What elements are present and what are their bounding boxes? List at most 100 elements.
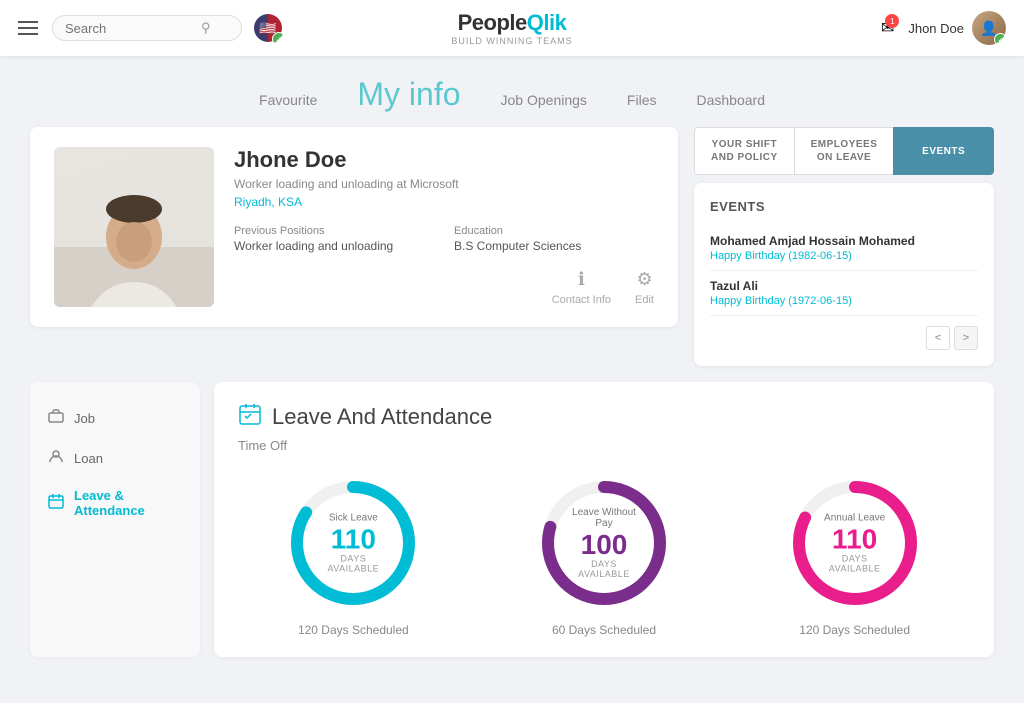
events-nav: < > [710, 326, 978, 350]
logo-area: PeopleQlik Build Winning Teams [451, 10, 572, 46]
lwp-sub: DAYS AVAILABLE [569, 559, 639, 579]
contact-info-label: Contact Info [552, 294, 611, 306]
annual-leave-center: Annual Leave 110 DAYS AVAILABLE [820, 513, 890, 574]
employees-on-leave-button[interactable]: EMPLOYEES ON LEAVE [794, 127, 894, 175]
events-button[interactable]: EVENTS [893, 127, 994, 175]
bottom-row: Job Loan Leave & Attenda [30, 382, 994, 657]
profile-details: Jhone Doe Worker loading and unloading a… [234, 147, 654, 307]
section-header: Leave And Attendance [238, 402, 970, 432]
profile-photo [54, 147, 214, 307]
lwp-number: 100 [569, 531, 639, 559]
prev-positions-value: Worker loading and unloading [234, 239, 434, 253]
tab-job-openings[interactable]: Job Openings [501, 92, 587, 112]
search-input[interactable] [65, 21, 195, 36]
tab-myinfo[interactable]: My info [357, 76, 460, 117]
event-sub-2: Happy Birthday (1972-06-15) [710, 295, 978, 307]
annual-leave-number: 110 [820, 526, 890, 554]
events-title: EVENTS [710, 199, 978, 214]
sick-leave-chart: Sick Leave 110 DAYS AVAILABLE 120 Days S… [283, 473, 423, 637]
lwp-chart: Leave Without Pay 100 DAYS AVAILABLE 60 … [534, 473, 674, 637]
events-prev-button[interactable]: < [926, 326, 950, 350]
annual-leave-chart: Annual Leave 110 DAYS AVAILABLE 120 Days… [785, 473, 925, 637]
header: ⚲ 🇺🇸 ✓ PeopleQlik Build Winning Teams ✉ … [0, 0, 1024, 56]
event-name-2: Tazul Ali [710, 279, 978, 293]
sidebar: Job Loan Leave & Attenda [30, 382, 200, 657]
sidebar-item-loan[interactable]: Loan [30, 438, 200, 478]
sidebar-item-leave[interactable]: Leave & Attendance [30, 478, 200, 528]
sick-leave-label: Sick Leave [318, 513, 388, 524]
annual-leave-label: Annual Leave [820, 513, 890, 524]
leave-attendance-panel: Leave And Attendance Time Off Sick Leave… [214, 382, 994, 657]
shift-buttons: YOUR SHIFT AND POLICY EMPLOYEES ON LEAVE… [694, 127, 994, 175]
events-next-button[interactable]: > [954, 326, 978, 350]
logo-sub: Build Winning Teams [451, 36, 572, 46]
event-sub-1: Happy Birthday (1982-06-15) [710, 250, 978, 262]
profile-actions: ℹ Contact Info ⚙ Edit [234, 269, 654, 306]
logo-title: PeopleQlik [451, 10, 572, 36]
user-name: Jhon Doe [908, 21, 964, 36]
lwp-bottom: 60 Days Scheduled [552, 623, 656, 637]
nav-tabs: Favourite My info Job Openings Files Das… [0, 56, 1024, 127]
right-panel: YOUR SHIFT AND POLICY EMPLOYEES ON LEAVE… [694, 127, 994, 366]
sick-leave-number: 110 [318, 526, 388, 554]
tab-favourite[interactable]: Favourite [259, 92, 317, 112]
search-icon: ⚲ [201, 20, 211, 36]
sick-leave-donut: Sick Leave 110 DAYS AVAILABLE [283, 473, 423, 613]
calendar-icon [48, 493, 64, 513]
profile-name: Jhone Doe [234, 147, 654, 173]
event-name-1: Mohamed Amjad Hossain Mohamed [710, 234, 978, 248]
sick-leave-sub: DAYS AVAILABLE [318, 554, 388, 574]
top-row: Jhone Doe Worker loading and unloading a… [30, 127, 994, 366]
edit-button[interactable]: ⚙ Edit [635, 269, 654, 306]
event-item-2: Tazul Ali Happy Birthday (1972-06-15) [710, 271, 978, 316]
profile-grid: Previous Positions Worker loading and un… [234, 225, 654, 253]
edit-label: Edit [635, 294, 654, 306]
search-bar: ⚲ [52, 15, 242, 41]
education-value: B.S Computer Sciences [454, 239, 654, 253]
events-card: EVENTS Mohamed Amjad Hossain Mohamed Hap… [694, 183, 994, 366]
prev-positions-label: Previous Positions [234, 225, 434, 237]
lwp-label: Leave Without Pay [569, 507, 639, 529]
lwp-donut: Leave Without Pay 100 DAYS AVAILABLE [534, 473, 674, 613]
avatar: 👤 ✓ [972, 11, 1006, 45]
sick-leave-bottom: 120 Days Scheduled [298, 623, 409, 637]
content-area: Jhone Doe Worker loading and unloading a… [0, 127, 1024, 677]
education-label: Education [454, 225, 654, 237]
avatar-check: ✓ [994, 33, 1006, 45]
user-info[interactable]: Jhon Doe 👤 ✓ [908, 11, 1006, 45]
flag-check: ✓ [272, 32, 284, 44]
section-title: Leave And Attendance [272, 404, 492, 430]
tab-files[interactable]: Files [627, 92, 657, 112]
user-icon [48, 448, 64, 468]
time-off-label: Time Off [238, 438, 970, 453]
annual-leave-sub: DAYS AVAILABLE [820, 554, 890, 574]
profile-card: Jhone Doe Worker loading and unloading a… [30, 127, 678, 327]
sick-leave-center: Sick Leave 110 DAYS AVAILABLE [318, 513, 388, 574]
charts-row: Sick Leave 110 DAYS AVAILABLE 120 Days S… [238, 473, 970, 637]
sidebar-job-label: Job [74, 411, 95, 426]
event-item-1: Mohamed Amjad Hossain Mohamed Happy Birt… [710, 226, 978, 271]
flag-icon[interactable]: 🇺🇸 ✓ [252, 12, 284, 44]
notif-badge: 1 [885, 14, 899, 28]
person-svg [54, 147, 214, 307]
menu-icon[interactable] [18, 21, 38, 35]
sidebar-leave-label: Leave & Attendance [74, 488, 182, 518]
header-right: ✉ 1 Jhon Doe 👤 ✓ [881, 11, 1006, 45]
info-icon: ℹ [578, 269, 585, 290]
sidebar-item-job[interactable]: Job [30, 398, 200, 438]
notification-icon[interactable]: ✉ 1 [881, 18, 894, 38]
profile-location[interactable]: Riyadh, KSA [234, 195, 654, 209]
leave-section-icon [238, 402, 262, 432]
annual-leave-bottom: 120 Days Scheduled [799, 623, 910, 637]
gear-icon: ⚙ [636, 269, 652, 290]
sidebar-loan-label: Loan [74, 451, 103, 466]
lwp-center: Leave Without Pay 100 DAYS AVAILABLE [569, 507, 639, 579]
annual-leave-donut: Annual Leave 110 DAYS AVAILABLE [785, 473, 925, 613]
briefcase-icon [48, 408, 64, 428]
your-shift-button[interactable]: YOUR SHIFT AND POLICY [694, 127, 794, 175]
tab-dashboard[interactable]: Dashboard [696, 92, 765, 112]
profile-job-title: Worker loading and unloading at Microsof… [234, 177, 654, 191]
prev-positions-field: Previous Positions Worker loading and un… [234, 225, 434, 253]
education-field: Education B.S Computer Sciences [454, 225, 654, 253]
contact-info-button[interactable]: ℹ Contact Info [552, 269, 611, 306]
